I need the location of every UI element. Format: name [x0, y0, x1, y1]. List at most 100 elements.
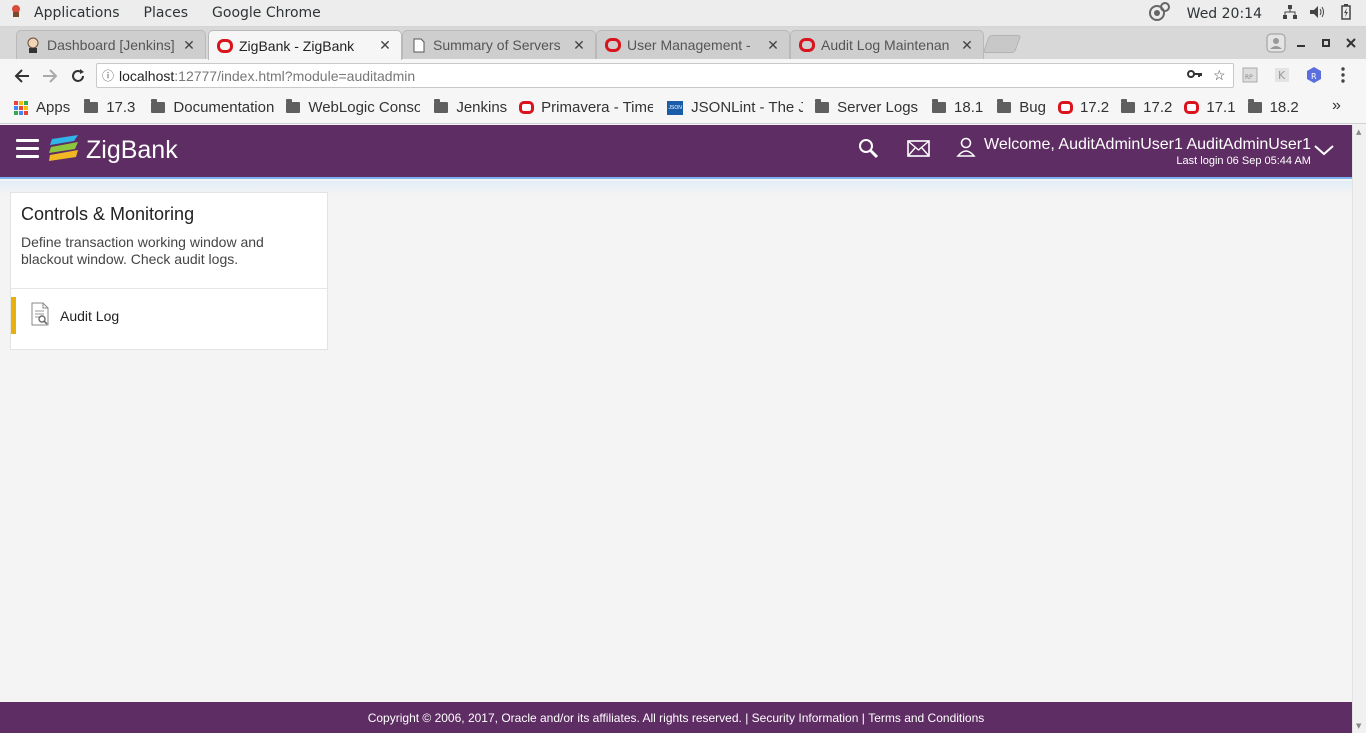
volume-icon[interactable]: [1304, 5, 1332, 23]
minimize-icon[interactable]: [1296, 27, 1306, 59]
browser-toolbar: ⓘ localhost:12777/index.html?module=audi…: [0, 59, 1366, 92]
user-icon: [956, 137, 976, 161]
bookmark-label: Apps: [36, 99, 71, 116]
folder-icon: [434, 99, 449, 113]
close-icon[interactable]: ✕: [959, 37, 975, 54]
bookmark-label: 17.2: [1143, 99, 1173, 116]
key-icon[interactable]: [1187, 67, 1203, 83]
security-information-link[interactable]: Security Information: [752, 711, 859, 725]
clock[interactable]: Wed 20:14: [1173, 6, 1276, 22]
bookmark-label: Primavera - Time: [541, 99, 654, 116]
svg-text:R: R: [1311, 72, 1317, 81]
folder-icon: [997, 99, 1012, 113]
new-tab-button[interactable]: [982, 35, 1022, 53]
tab-title: User Management -: [627, 37, 751, 53]
bookmark-label: Documentation: [173, 99, 275, 116]
bookmark-primavera[interactable]: Primavera - Time: [519, 99, 653, 116]
tab-dashboard-jenkins[interactable]: Dashboard [Jenkins] ✕: [16, 30, 206, 59]
battery-icon[interactable]: [1332, 3, 1360, 24]
extension-rp-icon[interactable]: RP: [1242, 67, 1258, 87]
copyright-text: Copyright © 2006, 2017, Oracle and/or it…: [367, 710, 749, 725]
bookmark-server-logs[interactable]: Server Logs: [815, 99, 918, 116]
chevron-down-icon[interactable]: [1313, 143, 1335, 161]
bookmark-label: JSONLint - The J: [691, 99, 804, 116]
bookmark-label: 18.2: [1269, 99, 1299, 116]
scroll-up-icon[interactable]: ▲: [1356, 128, 1361, 136]
bookmark-17-2-folder[interactable]: 17.2: [1121, 99, 1172, 116]
audit-log-label: Audit Log: [60, 307, 120, 324]
hamburger-menu-icon[interactable]: [16, 139, 39, 159]
json-icon: JSON: [667, 100, 684, 115]
brand-name: ZigBank: [86, 135, 178, 164]
jenkins-icon: [25, 37, 41, 53]
search-icon[interactable]: [858, 138, 880, 164]
extension-k-icon[interactable]: K: [1274, 67, 1290, 87]
zigbank-logo-icon: [48, 133, 82, 167]
close-window-icon[interactable]: [1346, 27, 1356, 59]
tab-title: Dashboard [Jenkins]: [47, 37, 175, 53]
brand[interactable]: ZigBank: [48, 133, 178, 167]
bookmark-bug[interactable]: Bug: [997, 99, 1046, 116]
bookmark-label: WebLogic Consol: [308, 99, 421, 116]
audit-log-link[interactable]: Audit Log: [11, 297, 327, 334]
tab-audit-log-maintenance[interactable]: Audit Log Maintenan ✕: [790, 30, 984, 59]
bookmarks-bar: Apps 17.3 Documentation WebLogic Consol …: [0, 92, 1366, 124]
tab-zigbank[interactable]: ZigBank - ZigBank ✕: [208, 30, 402, 60]
oracle-icon: [605, 37, 621, 53]
scroll-down-icon[interactable]: ▼: [1356, 722, 1361, 730]
bookmarks-overflow-button[interactable]: »: [1332, 97, 1341, 115]
folder-icon: [286, 99, 301, 113]
bookmark-jenkins[interactable]: Jenkins: [434, 99, 507, 116]
os-top-bar: Applications Places Google Chrome Wed 20…: [0, 0, 1366, 27]
bookmark-label: 18.1: [954, 99, 984, 116]
main-content: Controls & Monitoring Define transaction…: [0, 181, 1352, 702]
last-login: Last login 06 Sep 05:44 AM: [1176, 155, 1311, 167]
bookmark-label: 17.2: [1079, 99, 1110, 116]
bookmark-documentation[interactable]: Documentation: [151, 99, 274, 116]
maximize-icon[interactable]: [1321, 27, 1331, 59]
bookmark-label: 17.3: [106, 99, 136, 116]
bookmark-18-2[interactable]: 18.2: [1247, 99, 1299, 116]
close-icon[interactable]: ✕: [377, 37, 393, 54]
bookmark-weblogic-console[interactable]: WebLogic Consol: [286, 99, 420, 116]
back-arrow-icon[interactable]: [8, 62, 36, 90]
close-icon[interactable]: ✕: [571, 37, 587, 54]
folder-icon: [1247, 99, 1262, 113]
profile-icon[interactable]: [1266, 27, 1286, 59]
terms-and-conditions-link[interactable]: Terms and Conditions: [868, 711, 984, 725]
os-menu-applications[interactable]: Applications: [22, 5, 132, 21]
info-icon[interactable]: ⓘ: [97, 67, 119, 84]
reload-icon[interactable]: [64, 62, 92, 90]
accessibility-icon[interactable]: [1145, 1, 1173, 27]
url-host: localhost: [119, 67, 175, 84]
tab-title: ZigBank - ZigBank: [239, 37, 355, 54]
page-scrollbar[interactable]: ▲ ▼: [1352, 125, 1366, 733]
card-description: Define transaction working window and bl…: [21, 234, 264, 267]
close-icon[interactable]: ✕: [765, 37, 781, 54]
user-menu[interactable]: Welcome, AuditAdminUser1 AuditAdminUser1…: [956, 135, 1311, 167]
close-icon[interactable]: ✕: [181, 37, 197, 54]
tab-title: Audit Log Maintenan: [821, 37, 950, 53]
bookmark-17-3[interactable]: 17.3: [84, 99, 135, 116]
menu-kebab-icon[interactable]: [1340, 67, 1346, 87]
extension-r-icon[interactable]: R: [1306, 66, 1322, 88]
bookmark-17-2-oracle[interactable]: 17.2: [1057, 99, 1110, 116]
forward-arrow-icon[interactable]: [36, 62, 64, 90]
bookmark-18-1[interactable]: 18.1: [932, 99, 983, 116]
audit-document-icon: [30, 302, 50, 330]
mail-icon[interactable]: [907, 140, 930, 161]
bookmark-apps[interactable]: Apps: [14, 99, 70, 116]
bookmark-label: 17.1: [1206, 99, 1236, 116]
page-icon: [411, 37, 427, 53]
os-app-icon: [0, 4, 22, 22]
bookmark-jsonlint[interactable]: JSON JSONLint - The J: [667, 99, 803, 116]
star-icon[interactable]: ☆: [1213, 67, 1226, 84]
tab-user-management[interactable]: User Management - ✕: [596, 30, 790, 59]
bookmark-17-1[interactable]: 17.1: [1184, 99, 1236, 116]
os-menu-places[interactable]: Places: [132, 5, 201, 21]
svg-text:RP: RP: [1245, 74, 1253, 81]
address-bar[interactable]: ⓘ localhost:12777/index.html?module=audi…: [96, 63, 1234, 88]
network-icon[interactable]: [1276, 4, 1304, 23]
tab-summary-of-servers[interactable]: Summary of Servers ✕: [402, 30, 596, 59]
os-menu-google-chrome[interactable]: Google Chrome: [200, 5, 333, 21]
